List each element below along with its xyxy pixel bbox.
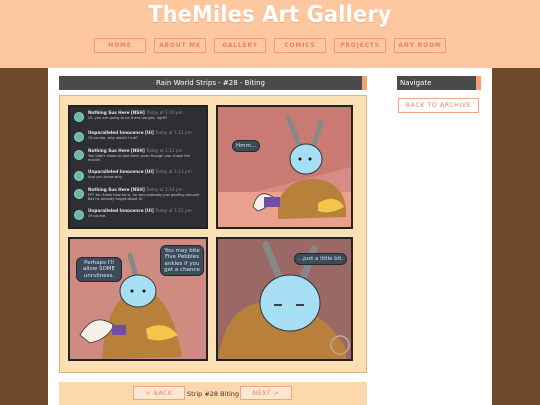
prev-strip-button[interactable]: < BACK <box>133 386 185 400</box>
nav-about-me[interactable]: ABOUT ME <box>154 38 206 53</box>
chat-message: Nothing Sus Here [NSH] Today at 1:14 pm … <box>74 187 202 209</box>
chat-author: Unparalleled Innocence [UI] <box>88 208 154 213</box>
chat-text: Of course. <box>88 214 107 218</box>
chat-author: Nothing Sus Here [NSH] <box>88 187 145 192</box>
chat-timestamp: Today at 1:12 pm <box>146 148 183 153</box>
character-illustration <box>218 107 351 227</box>
avatar <box>74 189 84 199</box>
chat-timestamp: Today at 1:14 pm <box>146 187 183 192</box>
nav-gallery[interactable]: GALLERY <box>214 38 266 53</box>
strip-navigation: < BACK Strip #28 Biting NEXT > <box>59 382 367 405</box>
avatar <box>74 112 84 122</box>
strip-title: Rain World Strips - #28 - Biting <box>59 76 367 90</box>
chat-author: Unparalleled Innocence [UI] <box>88 169 154 174</box>
strip-label: Strip #28 Biting <box>187 390 239 398</box>
chat-text: You didn't show up last time, even thoug… <box>88 154 191 163</box>
next-strip-button[interactable]: NEXT > <box>240 386 292 400</box>
speech-bubble: ...just a little bit. <box>294 253 348 266</box>
chat-message: Unparalleled Innocence [UI] Today at 1:1… <box>74 208 202 227</box>
panel-character-closeup: ...just a little bit. <box>216 237 353 361</box>
comic-strip-image: Nothing Sus Here [NSH] Today at 1:10 pm … <box>59 95 367 373</box>
chat-timestamp: Today at 1:15 pm <box>155 208 192 213</box>
chat-text: LK, you are going to be there tonight, r… <box>88 116 168 120</box>
sidebar-title: Navigate <box>397 76 481 90</box>
chat-author: Nothing Sus Here [NSH] <box>88 110 145 115</box>
chat-message: Nothing Sus Here [NSH] Today at 1:12 pm … <box>74 148 202 170</box>
chat-text: Of course, why would I not? <box>88 136 138 140</box>
speech-bubble: Perhaps I'll allow SOME unruliness. <box>76 257 122 282</box>
chat-text: And you know why. <box>88 175 123 179</box>
chat-timestamp: Today at 1:10 pm <box>146 110 183 115</box>
panel-character-thinking: Hmm... <box>216 105 353 229</box>
speech-bubble: Hmm... <box>232 140 261 153</box>
chat-message: Nothing Sus Here [NSH] Today at 1:10 pm … <box>74 110 202 132</box>
chat-timestamp: Today at 1:11 pm <box>155 130 192 135</box>
site-header: TheMiles Art Gallery HOME ABOUT ME GALLE… <box>0 0 540 68</box>
panel-character-sideways: Perhaps I'll allow SOME unruliness. You … <box>68 237 208 361</box>
main-nav: HOME ABOUT ME GALLERY COMICS PROJECTS AN… <box>94 38 446 53</box>
site-title[interactable]: TheMiles Art Gallery <box>0 2 540 28</box>
main-content: Rain World Strips - #28 - Biting Navigat… <box>48 68 492 405</box>
back-to-archive-button[interactable]: BACK TO ARCHIVE <box>398 98 479 113</box>
nav-home[interactable]: HOME <box>94 38 146 53</box>
panel-chat-log: Nothing Sus Here [NSH] Today at 1:10 pm … <box>68 105 208 229</box>
chat-author: Unparalleled Innocence [UI] <box>88 130 154 135</box>
avatar <box>74 171 84 181</box>
speech-bubble: You may bite Five Pebbles ankles if you … <box>160 245 204 277</box>
chat-timestamp: Today at 1:13 pm <box>155 169 192 174</box>
avatar <box>74 210 84 220</box>
avatar <box>74 132 84 142</box>
chat-author: Nothing Sus Here [NSH] <box>88 148 145 153</box>
nav-any-room[interactable]: ANY ROOM <box>394 38 446 53</box>
avatar <box>74 150 84 160</box>
nav-comics[interactable]: COMICS <box>274 38 326 53</box>
chat-text: FP? You know how he is, he was probably … <box>88 193 200 202</box>
nav-projects[interactable]: PROJECTS <box>334 38 386 53</box>
